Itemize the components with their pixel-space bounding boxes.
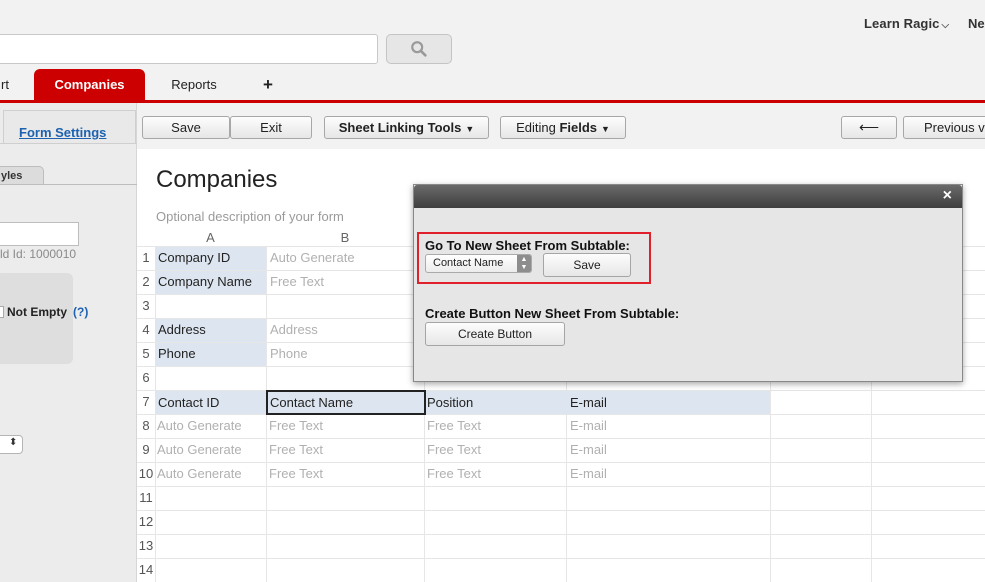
not-empty-checkbox[interactable]: [0, 306, 4, 318]
row-number: 12: [138, 514, 154, 529]
styles-divider: [0, 184, 137, 185]
back-arrow-button[interactable]: ⟵: [841, 116, 897, 139]
row-number: 14: [138, 562, 154, 577]
save-button[interactable]: Save: [142, 116, 230, 139]
editing-fields-button[interactable]: Editing Fields ▼: [500, 116, 626, 139]
field-label-company-name[interactable]: Company Name: [155, 271, 266, 294]
sheet-description[interactable]: Optional description of your form: [156, 209, 344, 224]
sheet-title[interactable]: Companies: [156, 166, 277, 194]
subtable-cell[interactable]: Free Text: [269, 466, 323, 481]
field-value-address[interactable]: Address: [270, 322, 318, 337]
exit-button[interactable]: Exit: [230, 116, 312, 139]
close-icon[interactable]: ×: [943, 187, 952, 205]
field-label-address[interactable]: Address: [155, 319, 266, 342]
row-number: 9: [142, 442, 150, 457]
grid-line: [137, 510, 985, 511]
subtable-cell[interactable]: Auto Generate: [157, 418, 242, 433]
styles-tab[interactable]: yles: [0, 166, 44, 185]
sheet-linking-label: Sheet Linking Tools: [338, 120, 462, 135]
subtable-cell[interactable]: Free Text: [427, 442, 481, 457]
row-number: 13: [138, 538, 154, 553]
subtable-cell[interactable]: E-mail: [570, 442, 607, 457]
subtable-cell[interactable]: Auto Generate: [157, 442, 242, 457]
help-link[interactable]: (?): [73, 305, 88, 319]
grid-line: [137, 486, 985, 487]
field-id-text: ld Id: 1000010: [0, 247, 77, 261]
caret-down-icon: ▼: [465, 124, 475, 134]
row-number: 10: [138, 466, 154, 481]
field-label-company-id[interactable]: Company ID: [155, 247, 266, 270]
row-number: 2: [142, 274, 150, 289]
subtable-header-email[interactable]: E-mail: [567, 391, 607, 414]
row-number: 5: [142, 346, 150, 361]
subtable-cell[interactable]: E-mail: [570, 466, 607, 481]
grid-line: [137, 438, 985, 439]
new-menu[interactable]: Ne: [968, 16, 985, 31]
tab-reports[interactable]: Reports: [160, 69, 228, 101]
selected-cell-outline: [266, 390, 426, 415]
not-empty-label: Not Empty: [7, 305, 67, 319]
field-value-company-id[interactable]: Auto Generate: [270, 250, 355, 265]
field-type-select[interactable]: ⬍: [0, 435, 23, 454]
grid-line: [137, 534, 985, 535]
app-root: Learn Ragic ⌵ Ne rt Companies Reports + F…: [0, 0, 985, 582]
select-arrows-icon: ⬍: [9, 437, 18, 448]
sheet-linking-dialog: × Go To New Sheet From Subtable: Contact…: [413, 184, 963, 382]
search-input[interactable]: [0, 34, 378, 64]
field-value-phone[interactable]: Phone: [270, 346, 308, 361]
field-label-phone[interactable]: Phone: [155, 343, 266, 366]
previous-version-button[interactable]: Previous ve: [903, 116, 985, 139]
row-number: 3: [142, 298, 150, 313]
search-icon: [411, 41, 427, 57]
learn-ragic-menu[interactable]: Learn Ragic ⌵: [864, 16, 949, 31]
tab-companies[interactable]: Companies: [34, 69, 145, 101]
grid-line: [137, 462, 985, 463]
subtable-cell[interactable]: Free Text: [269, 418, 323, 433]
row-number: 8: [142, 418, 150, 433]
learn-ragic-label: Learn Ragic: [864, 16, 940, 31]
dialog-save-button[interactable]: Save: [543, 253, 631, 277]
row-number: 7: [142, 394, 150, 409]
subtable-cell[interactable]: Free Text: [427, 466, 481, 481]
dialog-body: Go To New Sheet From Subtable: Contact N…: [414, 208, 962, 381]
subtable-cell[interactable]: Free Text: [269, 442, 323, 457]
dialog-titlebar: ×: [414, 185, 962, 208]
row-number: 6: [142, 370, 150, 385]
select-arrows-icon: ▲ ▼: [517, 255, 531, 272]
field-name-input[interactable]: [0, 222, 79, 246]
row-number: 4: [142, 322, 150, 337]
sheet-linking-tools-button[interactable]: Sheet Linking Tools ▼: [324, 116, 489, 139]
top-bar: Learn Ragic ⌵ Ne: [0, 0, 985, 70]
add-tab-button[interactable]: +: [258, 69, 278, 101]
search-button[interactable]: [386, 34, 452, 64]
grid-line: [137, 414, 985, 415]
create-button-label: Create Button New Sheet From Subtable:: [425, 306, 680, 321]
tab-bar: rt Companies Reports +: [0, 69, 985, 163]
row-number: 11: [139, 490, 153, 505]
column-header-b[interactable]: B: [266, 230, 424, 246]
editing-prefix: Editing: [516, 120, 560, 135]
field-value-company-name[interactable]: Free Text: [270, 274, 324, 289]
form-settings-tab[interactable]: Form Settings: [3, 110, 136, 143]
tab-previous[interactable]: rt: [0, 69, 15, 101]
subtable-header-contact-id[interactable]: Contact ID: [155, 391, 219, 414]
goto-sheet-label: Go To New Sheet From Subtable:: [425, 238, 630, 253]
subtable-cell[interactable]: Auto Generate: [157, 466, 242, 481]
subtable-header-position[interactable]: Position: [424, 391, 473, 414]
subtable-select[interactable]: Contact Name ▲ ▼: [425, 254, 532, 273]
panel-divider: [0, 143, 137, 144]
row-number: 1: [142, 250, 150, 265]
subtable-cell[interactable]: E-mail: [570, 418, 607, 433]
grid-line: [137, 558, 985, 559]
editing-fields-label: Fields: [559, 120, 598, 135]
subtable-cell[interactable]: Free Text: [427, 418, 481, 433]
caret-down-icon: ▼: [601, 124, 610, 134]
subtable-select-value: Contact Name: [433, 257, 504, 269]
form-settings-link[interactable]: Form Settings: [19, 125, 106, 140]
column-header-a[interactable]: A: [155, 230, 266, 246]
create-button[interactable]: Create Button: [425, 322, 565, 346]
chevron-down-icon: ⌵: [941, 20, 950, 31]
